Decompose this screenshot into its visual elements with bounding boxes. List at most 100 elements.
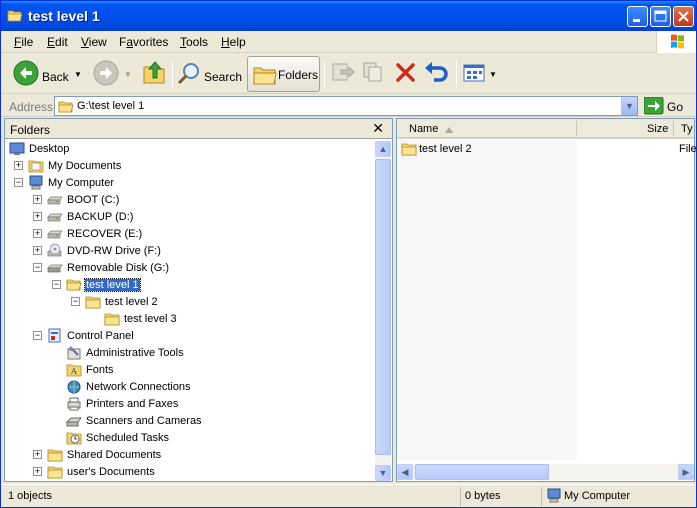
go-button[interactable]: Go — [643, 96, 693, 116]
forward-dropdown-icon[interactable]: ▼ — [124, 70, 132, 79]
windows-logo — [656, 31, 696, 53]
menu-file[interactable]: File — [14, 35, 33, 49]
expand-icon[interactable]: + — [33, 212, 42, 221]
search-label: Search — [204, 70, 243, 84]
admin-tools-icon — [67, 346, 81, 360]
expand-icon[interactable]: + — [33, 246, 42, 255]
tree-item[interactable]: Network Connections — [5, 379, 375, 396]
search-button[interactable]: Search — [176, 58, 242, 90]
expand-icon[interactable]: + — [14, 161, 23, 170]
folders-button[interactable]: Folders — [247, 56, 320, 92]
expand-icon[interactable]: + — [33, 229, 42, 238]
back-dropdown-icon[interactable]: ▼ — [74, 70, 82, 79]
tree-item[interactable]: A Fonts — [5, 362, 375, 379]
address-value[interactable]: G:\test level 1 — [77, 100, 144, 112]
scroll-right-button[interactable]: ▶ — [678, 464, 694, 480]
tree-item[interactable]: + Shared Documents — [5, 447, 375, 464]
views-icon — [463, 64, 485, 82]
my-computer-icon — [29, 175, 43, 190]
collapse-icon[interactable]: − — [14, 178, 23, 187]
list-item[interactable]: test level 2 File — [399, 142, 697, 158]
tree-item-label: My Documents — [48, 160, 122, 172]
list-item-type: File — [679, 143, 697, 155]
scroll-left-button[interactable]: ◀ — [397, 464, 413, 480]
tree-item[interactable]: − My Computer — [5, 175, 375, 192]
forward-button[interactable]: ▼ — [91, 58, 135, 90]
tree-item-label: My Computer — [48, 177, 115, 189]
views-dropdown-icon[interactable]: ▼ — [489, 70, 497, 79]
scroll-down-button[interactable]: ▼ — [375, 465, 391, 481]
tree-item[interactable]: Printers and Faxes — [5, 396, 375, 413]
scroll-up-button[interactable]: ▲ — [375, 141, 391, 157]
folder-icon — [85, 296, 101, 309]
tree-item[interactable]: Scheduled Tasks — [5, 430, 375, 447]
up-button[interactable] — [141, 58, 167, 90]
expand-icon[interactable]: + — [33, 195, 42, 204]
tree-item[interactable]: Administrative Tools — [5, 345, 375, 362]
tree-item[interactable]: test level 3 — [5, 311, 375, 328]
folders-label: Folders — [278, 68, 319, 82]
back-button[interactable]: Back ▼ — [11, 58, 83, 90]
tree-item[interactable]: − Control Panel — [5, 328, 375, 345]
menu-view[interactable]: View — [81, 35, 107, 49]
tree-item[interactable]: − Removable Disk (G:) — [5, 260, 375, 277]
title-bar[interactable]: test level 1 — [1, 1, 696, 31]
tree-item[interactable]: + BOOT (C:) — [5, 192, 375, 209]
standard-toolbar: Back ▼ ▼ Search Folders ▼ — [1, 54, 696, 94]
tree-item[interactable]: Desktop — [5, 141, 375, 158]
collapse-icon[interactable]: − — [33, 263, 42, 272]
search-icon — [177, 63, 199, 85]
tree-item[interactable]: + BACKUP (D:) — [5, 209, 375, 226]
column-separator[interactable] — [673, 121, 674, 136]
expand-icon[interactable]: + — [33, 467, 42, 476]
explorer-window: test level 1 File Edit View Favorites To… — [0, 0, 697, 508]
collapse-icon[interactable]: − — [71, 297, 80, 306]
undo-button[interactable] — [423, 58, 451, 90]
tree-item[interactable]: + user's Documents — [5, 464, 375, 481]
tree-item-label: test level 3 — [124, 313, 177, 325]
tree-item[interactable]: + My Documents — [5, 158, 375, 175]
menu-favorites[interactable]: Favorites — [119, 35, 168, 49]
menu-edit[interactable]: Edit — [47, 35, 68, 49]
column-header-name[interactable]: Name — [409, 123, 438, 135]
address-field[interactable]: G:\test level 1 ▼ — [54, 96, 638, 116]
scroll-thumb[interactable] — [415, 464, 549, 480]
column-separator[interactable] — [576, 121, 577, 136]
menu-help[interactable]: Help — [221, 35, 246, 49]
tree-item-label: RECOVER (E:) — [67, 228, 143, 240]
tree-item[interactable]: Scanners and Cameras — [5, 413, 375, 430]
my-computer-icon — [547, 488, 561, 503]
tree-item[interactable]: + DVD-RW Drive (F:) — [5, 243, 375, 260]
tree-item[interactable]: + RECOVER (E:) — [5, 226, 375, 243]
list-horizontal-scrollbar[interactable]: ◀ ▶ — [397, 464, 694, 480]
folders-vertical-scrollbar[interactable]: ▲ ▼ — [375, 141, 391, 481]
delete-button[interactable] — [393, 58, 419, 90]
toolbar-separator — [324, 60, 325, 88]
dvd-drive-icon — [47, 243, 62, 257]
status-size: 0 bytes — [465, 490, 501, 502]
close-pane-button[interactable]: ✕ — [372, 120, 384, 137]
expand-icon[interactable]: + — [33, 450, 42, 459]
copy-to-button[interactable] — [361, 58, 387, 90]
maximize-button[interactable] — [650, 6, 671, 27]
menu-bar: File Edit View Favorites Tools Help — [1, 31, 696, 53]
folder-icon — [401, 143, 417, 156]
menu-tools[interactable]: Tools — [180, 35, 208, 49]
views-button[interactable]: ▼ — [461, 58, 497, 90]
address-dropdown-button[interactable]: ▼ — [621, 97, 637, 115]
close-button[interactable] — [673, 6, 694, 27]
column-header-size[interactable]: Size — [647, 123, 668, 135]
move-to-button[interactable] — [329, 58, 355, 90]
tree-item[interactable]: − test level 1 — [5, 277, 375, 294]
scroll-thumb[interactable] — [375, 159, 391, 455]
collapse-icon[interactable]: − — [52, 280, 61, 289]
tree-item-label: test level 2 — [105, 296, 158, 308]
collapse-icon[interactable]: − — [33, 331, 42, 340]
tree-item[interactable]: − test level 2 — [5, 294, 375, 311]
folder-tree: Desktop + My Documents − My Computer + BOOT (C… — [5, 140, 375, 481]
toolbar-separator — [456, 60, 457, 88]
tree-item-label: Scanners and Cameras — [86, 415, 202, 427]
tree-item-label: test level 1 — [84, 278, 141, 292]
column-header-type[interactable]: Ty — [681, 123, 693, 135]
minimize-button[interactable] — [627, 6, 648, 27]
